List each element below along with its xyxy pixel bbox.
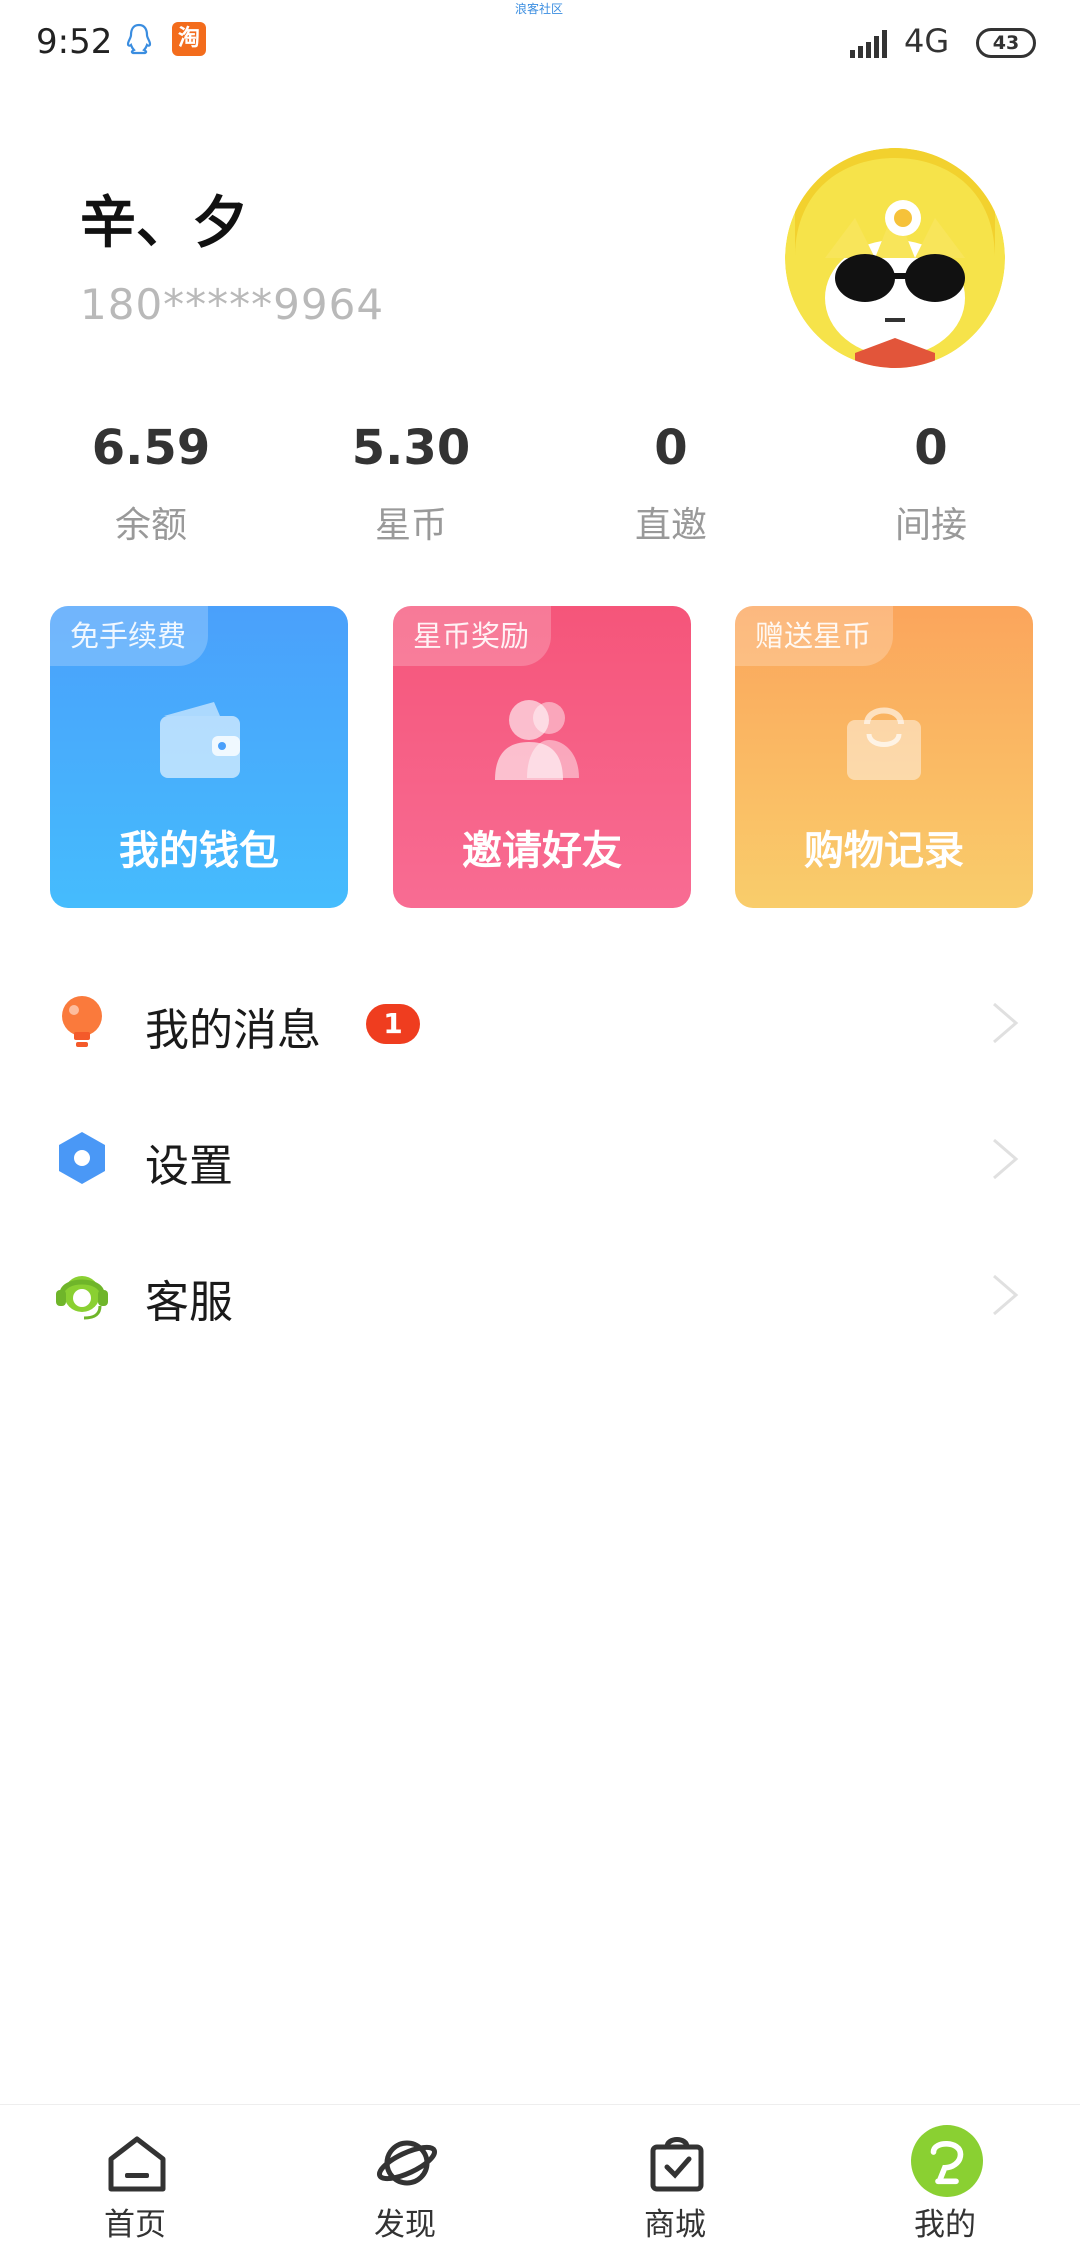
stat-label: 余额 xyxy=(114,505,187,546)
phone-number: 180*****9964 xyxy=(80,280,385,329)
card-title: 邀请好友 xyxy=(462,828,622,874)
stat-balance[interactable]: 6.59 余额 xyxy=(21,420,281,548)
stat-label: 间接 xyxy=(894,505,967,546)
planet-icon xyxy=(376,2140,438,2186)
username: 辛、夕 xyxy=(80,191,248,256)
menu-label: 我的消息 xyxy=(145,1005,321,1056)
menu-item-customer-service[interactable]: 客服 xyxy=(0,1234,1080,1354)
status-bar: 9:52 淘 浪客社区 4G 43 xyxy=(0,0,1080,92)
headset-icon xyxy=(56,1276,108,1320)
stat-value: 0 xyxy=(654,420,688,476)
nav-item-discover[interactable]: 发现 xyxy=(305,2105,505,2249)
card-title: 购物记录 xyxy=(804,828,964,874)
nav-label: 首页 xyxy=(104,2207,166,2243)
stat-label: 直邀 xyxy=(634,505,707,546)
qq-icon xyxy=(126,23,152,55)
taobao-icon: 淘 xyxy=(172,22,206,56)
avatar[interactable] xyxy=(785,148,1005,368)
users-icon xyxy=(495,700,579,780)
bulb-icon xyxy=(62,996,102,1047)
unread-badge: 1 xyxy=(366,1004,420,1044)
menu-label: 客服 xyxy=(145,1277,233,1328)
menu-item-messages[interactable]: 我的消息 1 xyxy=(0,962,1080,1082)
shopping-records-card[interactable]: 赠送星币 购物记录 xyxy=(735,606,1033,908)
chevron-right-icon xyxy=(993,1002,1019,1044)
invite-friends-card[interactable]: 星币奖励 邀请好友 xyxy=(393,606,691,908)
bag-check-icon xyxy=(650,2137,704,2192)
profile-active-icon xyxy=(911,2125,983,2197)
menu-label: 设置 xyxy=(145,1141,233,1192)
stat-star-coins[interactable]: 5.30 星币 xyxy=(281,420,541,548)
battery-indicator: 43 xyxy=(976,28,1036,58)
nav-label: 发现 xyxy=(374,2207,436,2243)
stat-value: 6.59 xyxy=(91,420,211,476)
stat-value: 5.30 xyxy=(351,420,471,476)
network-type: 4G xyxy=(904,22,950,60)
menu-item-settings[interactable]: 设置 xyxy=(0,1098,1080,1218)
wallet-icon xyxy=(160,702,240,778)
nav-item-home[interactable]: 首页 xyxy=(35,2105,235,2249)
chevron-right-icon xyxy=(993,1274,1019,1316)
stat-label: 星币 xyxy=(374,505,447,546)
avatar-illustration xyxy=(785,148,1005,368)
nav-item-mall[interactable]: 商城 xyxy=(575,2105,775,2249)
status-time: 9:52 xyxy=(36,22,113,62)
nav-label: 我的 xyxy=(914,2207,976,2243)
card-tag: 赠送星币 xyxy=(735,606,894,666)
card-tag: 星币奖励 xyxy=(393,606,552,666)
hexagon-settings-icon xyxy=(59,1132,105,1184)
signal-icon xyxy=(850,30,887,58)
bottom-nav: 首页 发现 商城 我的 xyxy=(0,2104,1080,2249)
card-title: 我的钱包 xyxy=(119,828,279,874)
home-icon xyxy=(108,2136,166,2192)
stat-direct-invites[interactable]: 0 直邀 xyxy=(541,420,801,548)
stat-value: 0 xyxy=(914,420,948,476)
card-tag: 免手续费 xyxy=(50,606,209,666)
shopping-bag-icon xyxy=(847,707,921,780)
stat-indirect-invites[interactable]: 0 间接 xyxy=(801,420,1061,548)
stats-row: 6.59 余额 5.30 星币 0 直邀 0 间接 xyxy=(0,420,1080,550)
wallet-card[interactable]: 免手续费 我的钱包 xyxy=(50,606,348,908)
chevron-right-icon xyxy=(993,1138,1019,1180)
nav-item-mine[interactable]: 我的 xyxy=(845,2105,1045,2249)
nav-label: 商城 xyxy=(644,2207,706,2243)
status-center-text: 浪客社区 xyxy=(515,2,564,16)
